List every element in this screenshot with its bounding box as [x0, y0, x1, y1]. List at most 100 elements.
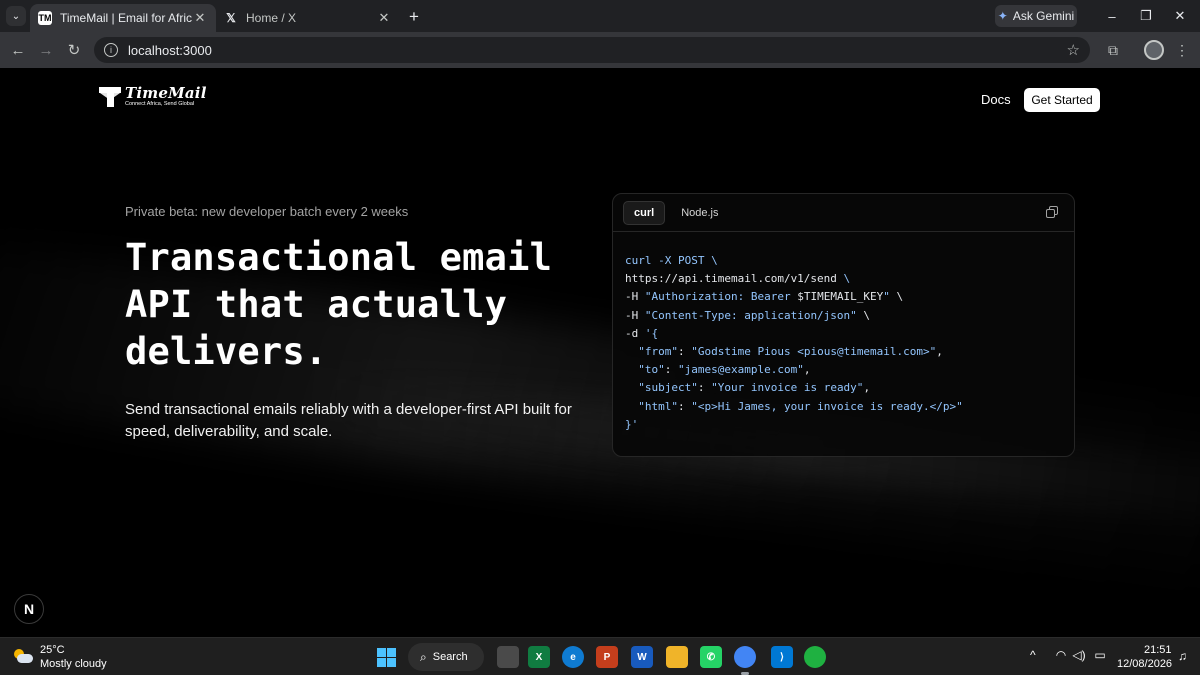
bookmark-star-icon[interactable]: ☆ [1067, 41, 1080, 59]
address-bar[interactable]: i localhost:3000 ☆ [94, 37, 1090, 63]
code-token: '{ [644, 326, 659, 340]
word-icon[interactable]: W [631, 646, 653, 668]
close-tab-icon[interactable]: ✕ [192, 10, 208, 26]
code-token: : [697, 381, 712, 395]
code-token: "subject" [638, 381, 698, 395]
file-explorer-icon[interactable] [666, 646, 688, 668]
site-info-icon[interactable]: i [104, 43, 118, 57]
tab-label: Home / X [246, 11, 297, 25]
x-favicon-icon: 𝕏 [226, 11, 236, 25]
gemini-sparkle-icon: ✦ [997, 9, 1008, 23]
beta-notice: Private beta: new developer batch every … [125, 204, 409, 219]
code-token: "to" [638, 363, 665, 377]
clock-time[interactable]: 21:51 [1144, 644, 1172, 656]
code-token: \ [889, 290, 904, 304]
minimize-button[interactable]: – [1100, 6, 1124, 26]
chrome-icon[interactable] [734, 646, 756, 675]
code-tab-nodejs[interactable]: Node.js [671, 201, 728, 225]
code-token: "<p>Hi James, your invoice is ready.</p>… [691, 399, 963, 413]
weather-temperature[interactable]: 25°C [40, 644, 65, 656]
reload-icon[interactable]: ↻ [63, 39, 85, 61]
code-line: "to": "james@example.com", [625, 361, 1074, 379]
green-app-icon[interactable] [804, 646, 826, 668]
tab-search-chevron-icon[interactable]: ⌄ [6, 6, 26, 26]
logo-wordmark: TimeMail Connect Africa, Send Global [125, 85, 207, 108]
code-token: "Your invoice is ready" [711, 381, 864, 395]
clock-date[interactable]: 12/08/2026 [1117, 658, 1172, 670]
taskbar-search-button[interactable]: ⌕ Search [408, 643, 484, 671]
volume-icon[interactable]: ◁) [1071, 648, 1087, 662]
notifications-bell-icon[interactable]: ♫ [1178, 649, 1187, 663]
weather-cloudy-icon[interactable] [12, 646, 34, 668]
copy-icon[interactable] [1046, 206, 1058, 218]
code-line: -H "Content-Type: application/json" \ [625, 307, 1074, 325]
back-arrow-icon[interactable]: ← [7, 39, 29, 61]
tab-label: TimeMail | Email for Africans [60, 11, 192, 25]
code-block: curl -X POST \ https://api.timemail.com/v… [613, 232, 1074, 434]
code-token: "james@example.com" [678, 363, 804, 377]
task-view-icon[interactable] [497, 646, 519, 668]
code-line: "html": "<p>Hi James, your invoice is re… [625, 398, 1074, 416]
code-token: }' [625, 417, 639, 431]
code-token: \ [856, 308, 871, 322]
restore-button[interactable]: ❐ [1134, 6, 1158, 26]
code-token: https://api.timemail.com/v1/send [625, 272, 844, 286]
code-token: curl -X POST \ [625, 254, 718, 267]
code-token: : [664, 363, 678, 377]
logo-name: TimeMail [125, 84, 207, 102]
timemail-favicon-icon: TM [38, 11, 52, 25]
vscode-icon[interactable]: ⟩ [771, 646, 793, 668]
edge-icon[interactable]: e [562, 646, 584, 668]
address-url[interactable]: localhost:3000 [128, 43, 212, 58]
docs-link[interactable]: Docs [981, 92, 1011, 107]
code-token: "Authorization: Bearer [644, 290, 798, 304]
code-token: -d [625, 326, 645, 340]
code-token: -H [625, 290, 645, 304]
close-tab-icon[interactable]: ✕ [376, 10, 392, 26]
hero-title: Transactional email API that actually de… [125, 236, 553, 373]
tab-timemail[interactable]: TM TimeMail | Email for Africans ✕ [30, 4, 216, 32]
forward-arrow-icon[interactable]: → [35, 39, 57, 61]
profile-avatar[interactable] [1144, 40, 1164, 60]
logo-tagline: Connect Africa, Send Global [125, 101, 195, 107]
show-hidden-icons-chevron-icon[interactable]: ^ [1030, 648, 1036, 662]
powerpoint-icon[interactable]: P [596, 646, 618, 668]
get-started-button[interactable]: Get Started [1024, 88, 1100, 112]
browser-toolbar: ← → ↻ i localhost:3000 ☆ ⧉ ⋮ [0, 32, 1200, 68]
windows-taskbar: 25°C Mostly cloudy ⌕ Search Xe P W ✆ ⟩ ^ ◠ ◁… [0, 637, 1200, 675]
browser-menu-icon[interactable]: ⋮ [1172, 40, 1192, 60]
code-tabs: curl Node.js [613, 194, 1074, 232]
ask-gemini-button[interactable]: ✦ Ask Gemini [995, 5, 1077, 27]
code-line: -H "Authorization: Bearer $TIMEMAIL_KEY"… [625, 288, 1074, 306]
timemail-logo[interactable]: TimeMail Connect Africa, Send Global [99, 85, 207, 109]
whatsapp-icon[interactable]: ✆ [700, 646, 722, 668]
windows-start-icon[interactable] [377, 648, 396, 667]
code-token: , [863, 381, 871, 395]
taskbar-search-label: Search [432, 651, 468, 663]
code-token: "html" [638, 399, 678, 413]
excel-icon[interactable]: X [528, 646, 550, 668]
code-tab-curl[interactable]: curl [623, 200, 666, 225]
code-token: , [803, 363, 811, 377]
ask-gemini-label: Ask Gemini [1012, 9, 1075, 23]
code-line: "subject": "Your invoice is ready", [625, 379, 1074, 397]
code-token: "Content-Type: application/json" [644, 308, 857, 322]
nextjs-dev-badge[interactable]: N [14, 594, 44, 624]
close-window-button[interactable]: ✕ [1168, 6, 1192, 26]
new-tab-button[interactable]: + [404, 7, 424, 27]
code-token: "from" [638, 344, 678, 358]
code-token: -H [625, 308, 645, 322]
code-line: curl -X POST \ [625, 252, 1074, 270]
weather-condition[interactable]: Mostly cloudy [40, 658, 107, 670]
code-token: "Godstime Pious <pious@timemail.com>" [691, 344, 937, 358]
battery-icon[interactable]: ▭ [1092, 648, 1108, 662]
tab-x-home[interactable]: 𝕏 Home / X ✕ [216, 4, 400, 32]
timemail-logo-mark-icon [99, 85, 121, 109]
wifi-icon[interactable]: ◠ [1053, 648, 1069, 662]
code-line: -d '{ [625, 325, 1074, 343]
code-sample-card: curl Node.js curl -X POST \ https://api.t… [612, 193, 1075, 457]
extensions-puzzle-icon[interactable]: ⧉ [1103, 40, 1123, 60]
